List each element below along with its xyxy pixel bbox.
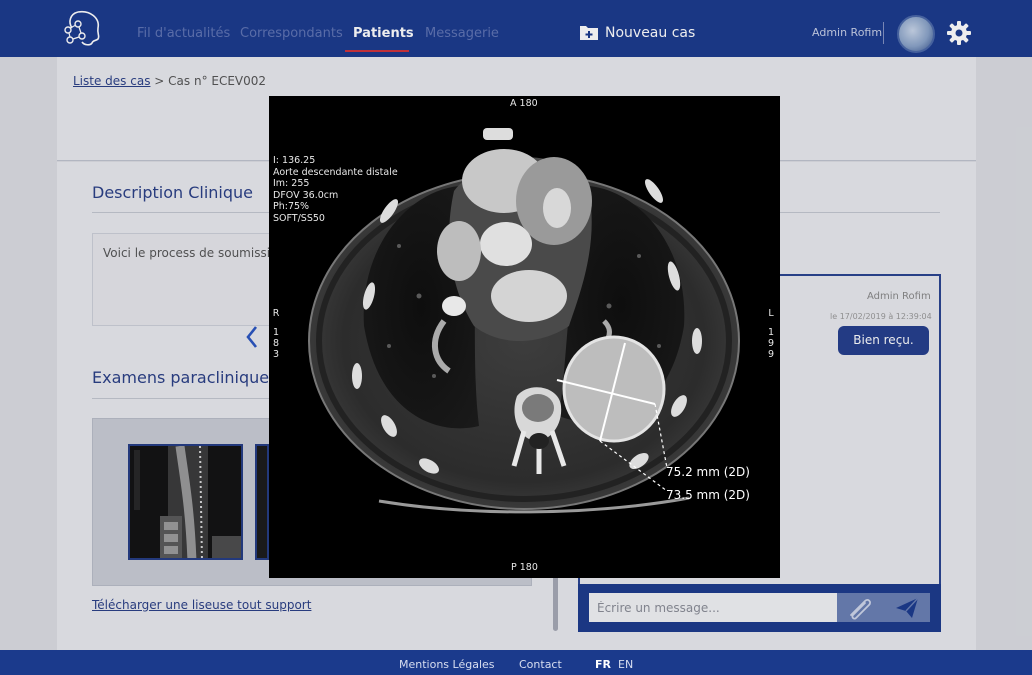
measurement-label: 75.2 mm (2D) bbox=[666, 465, 750, 479]
dicom-info-line: Ph:75% bbox=[273, 201, 310, 212]
measurement-label: 73.5 mm (2D) bbox=[666, 488, 750, 502]
orientation-left-digit: 8 bbox=[272, 338, 280, 349]
orientation-left-letter: R bbox=[272, 308, 280, 319]
dicom-info-line: Im: 255 bbox=[273, 178, 310, 189]
orientation-left-digit: 3 bbox=[272, 349, 280, 360]
dicom-info-line: I: 136.25 bbox=[273, 155, 316, 166]
dicom-info-line: SOFT/SS50 bbox=[273, 212, 325, 224]
orientation-right-letter: L bbox=[768, 308, 774, 319]
footer-contact-link[interactable]: Contact bbox=[519, 658, 562, 671]
language-en[interactable]: EN bbox=[618, 658, 633, 671]
footer-legal-link[interactable]: Mentions Légales bbox=[399, 658, 495, 671]
dicom-info-overlay: I: 136.25 Aorte descendante distale Im: … bbox=[273, 155, 398, 224]
dicom-info-line: DFOV 36.0cm bbox=[273, 189, 339, 201]
orientation-top-label: A 180 bbox=[510, 98, 538, 109]
language-fr[interactable]: FR bbox=[595, 658, 611, 671]
orientation-left-digit: 1 bbox=[272, 327, 280, 338]
orientation-bottom-label: P 180 bbox=[511, 562, 538, 573]
orientation-right-digit: 9 bbox=[767, 349, 775, 360]
orientation-right-digit: 1 bbox=[767, 327, 775, 338]
orientation-left-label: R 1 8 3 bbox=[271, 308, 281, 360]
orientation-right-digit: 9 bbox=[767, 338, 775, 349]
image-viewer-modal[interactable]: A 180 P 180 R 1 8 3 L 1 9 9 I: 136.25 Ao… bbox=[269, 96, 780, 578]
orientation-right-label: L 1 9 9 bbox=[766, 308, 776, 360]
footer bbox=[0, 650, 1032, 675]
dicom-info-line: Aorte descendante distale bbox=[273, 166, 398, 178]
